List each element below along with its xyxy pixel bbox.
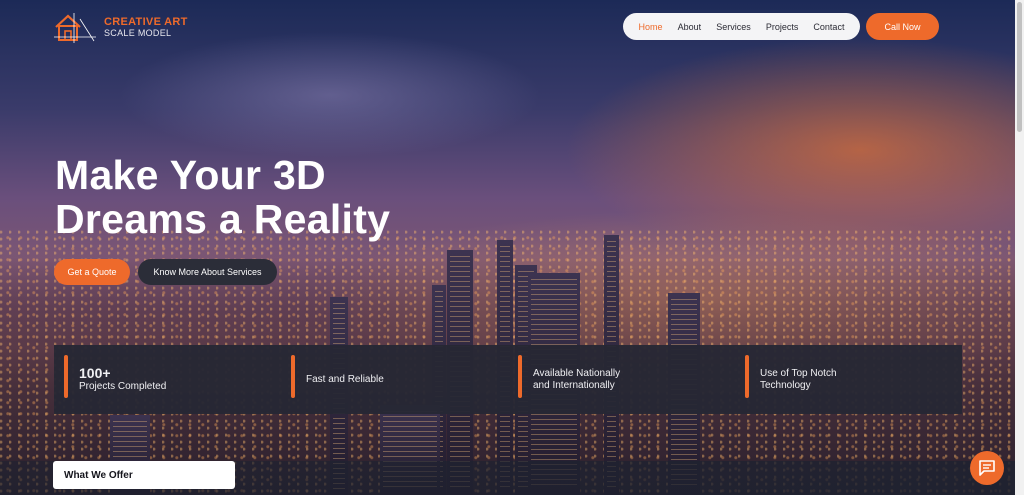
chat-button[interactable] — [970, 451, 1004, 485]
feature-stat: 100+ — [79, 365, 111, 381]
feature-accent-bar — [745, 355, 749, 398]
feature-item: Fast and Reliable — [281, 345, 508, 414]
chat-bubble-icon — [979, 460, 995, 476]
feature-text: Fast and Reliable — [306, 373, 384, 385]
get-quote-button[interactable]: Get a Quote — [54, 259, 130, 285]
feature-accent-bar — [64, 355, 68, 398]
headline-line-2: Dreams a Reality — [55, 196, 391, 242]
hero-section — [0, 0, 1015, 495]
feature-item: 100+ Projects Completed — [54, 345, 281, 414]
nav-item-about[interactable]: About — [678, 22, 702, 32]
feature-item: Available Nationally and Internationally — [508, 345, 735, 414]
brand-name: CREATIVE ART — [104, 16, 188, 28]
brand-logo[interactable]: CREATIVE ART SCALE MODEL — [54, 13, 188, 43]
call-now-button[interactable]: Call Now — [866, 13, 939, 40]
feature-accent-bar — [291, 355, 295, 398]
headline-line-1: Make Your 3D — [55, 152, 326, 198]
know-more-services-button[interactable]: Know More About Services — [138, 259, 277, 285]
feature-accent-bar — [518, 355, 522, 398]
features-bar: 100+ Projects Completed Fast and Reliabl… — [54, 345, 962, 414]
nav-item-home[interactable]: Home — [639, 22, 663, 32]
feature-text: Available Nationally — [533, 367, 621, 379]
what-we-offer-tab[interactable]: What We Offer — [53, 461, 235, 489]
feature-text-line2: and Internationally — [533, 379, 615, 391]
nav-item-services[interactable]: Services — [716, 22, 751, 32]
house-blueprint-icon — [54, 13, 96, 43]
nav-item-projects[interactable]: Projects — [766, 22, 799, 32]
feature-text: Projects Completed — [79, 381, 167, 392]
feature-item: Use of Top Notch Technology — [735, 345, 962, 414]
main-nav: Home About Services Projects Contact — [623, 13, 860, 40]
scrollbar-thumb[interactable] — [1017, 2, 1022, 132]
feature-text: Use of Top Notch — [760, 367, 837, 379]
nav-item-contact[interactable]: Contact — [813, 22, 844, 32]
hero-headline: Make Your 3D Dreams a Reality — [55, 153, 390, 241]
brand-tagline: SCALE MODEL — [104, 28, 172, 38]
feature-text-line2: Technology — [760, 379, 811, 391]
